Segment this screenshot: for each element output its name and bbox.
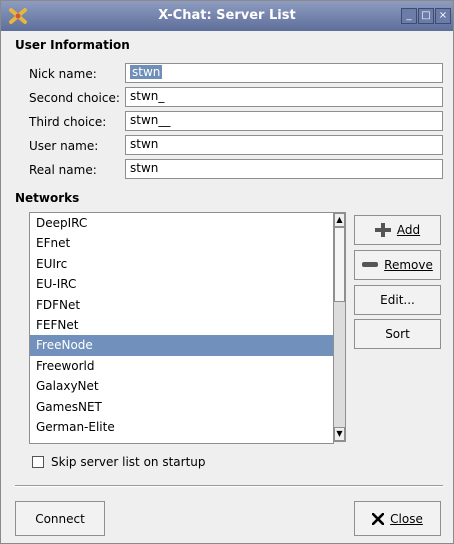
user-name-label: User name:: [29, 139, 99, 153]
real-name-input[interactable]: stwn: [125, 159, 443, 179]
network-item[interactable]: Freeworld: [30, 356, 333, 376]
networks-heading: Networks: [15, 191, 80, 205]
maximize-button[interactable]: □: [418, 8, 434, 24]
edit-button-label: Edit...: [380, 293, 415, 307]
remove-button[interactable]: Remove: [354, 250, 441, 280]
nick-name-value: stwn: [130, 65, 163, 79]
network-item[interactable]: FDFNet: [30, 295, 333, 315]
close-window-button[interactable]: ×: [435, 8, 451, 24]
network-item-selected[interactable]: FreeNode: [30, 335, 333, 356]
network-list-scrollbar[interactable]: ▲ ▼: [333, 212, 346, 442]
network-item[interactable]: GamesNET: [30, 397, 333, 417]
connect-button[interactable]: Connect: [15, 501, 105, 536]
network-item[interactable]: EU-IRC: [30, 274, 333, 294]
network-item[interactable]: FEFNet: [30, 315, 333, 335]
network-item[interactable]: EFnet: [30, 233, 333, 253]
second-choice-label: Second choice:: [29, 91, 120, 105]
nick-name-label: Nick name:: [29, 67, 97, 81]
title-bar[interactable]: X-Chat: Server List _ □ ×: [1, 1, 453, 31]
third-choice-label: Third choice:: [29, 115, 107, 129]
x-icon: [372, 512, 385, 525]
add-button-label: Add: [396, 223, 421, 237]
third-choice-input[interactable]: stwn__: [125, 111, 443, 131]
edit-button[interactable]: Edit...: [354, 285, 441, 315]
network-item[interactable]: German-Elite: [30, 417, 333, 437]
add-button[interactable]: Add: [354, 215, 441, 245]
scrollbar-thumb[interactable]: [334, 227, 345, 302]
minimize-button[interactable]: _: [401, 8, 417, 24]
close-button[interactable]: Close: [354, 501, 441, 536]
network-item[interactable]: DeepIRC: [30, 213, 333, 233]
skip-startup-checkbox[interactable]: [32, 456, 44, 468]
nick-name-input[interactable]: stwn: [125, 63, 443, 83]
second-choice-input[interactable]: stwn_: [125, 87, 443, 107]
user-information-heading: User Information: [15, 38, 130, 52]
network-item[interactable]: EUIrc: [30, 254, 333, 274]
network-item[interactable]: GalaxyNet: [30, 376, 333, 396]
sort-button-label: Sort: [385, 327, 410, 341]
separator: [15, 485, 443, 487]
real-name-label: Real name:: [29, 163, 97, 177]
scroll-down-arrow-icon[interactable]: ▼: [334, 427, 345, 441]
window-title: X-Chat: Server List: [158, 8, 296, 23]
server-list-window: X-Chat: Server List _ □ × User Informati…: [0, 0, 454, 544]
plus-icon: [374, 223, 391, 237]
remove-button-label: Remove: [384, 258, 433, 272]
skip-startup-label[interactable]: Skip server list on startup: [51, 455, 206, 469]
sort-button[interactable]: Sort: [354, 319, 441, 349]
network-list[interactable]: DeepIRC EFnet EUIrc EU-IRC FDFNet FEFNet…: [29, 212, 334, 444]
scroll-up-arrow-icon[interactable]: ▲: [334, 213, 345, 227]
close-button-label: Close: [390, 511, 423, 526]
connect-button-label: Connect: [35, 511, 85, 526]
minus-icon: [362, 262, 379, 268]
user-name-input[interactable]: stwn: [125, 135, 443, 155]
